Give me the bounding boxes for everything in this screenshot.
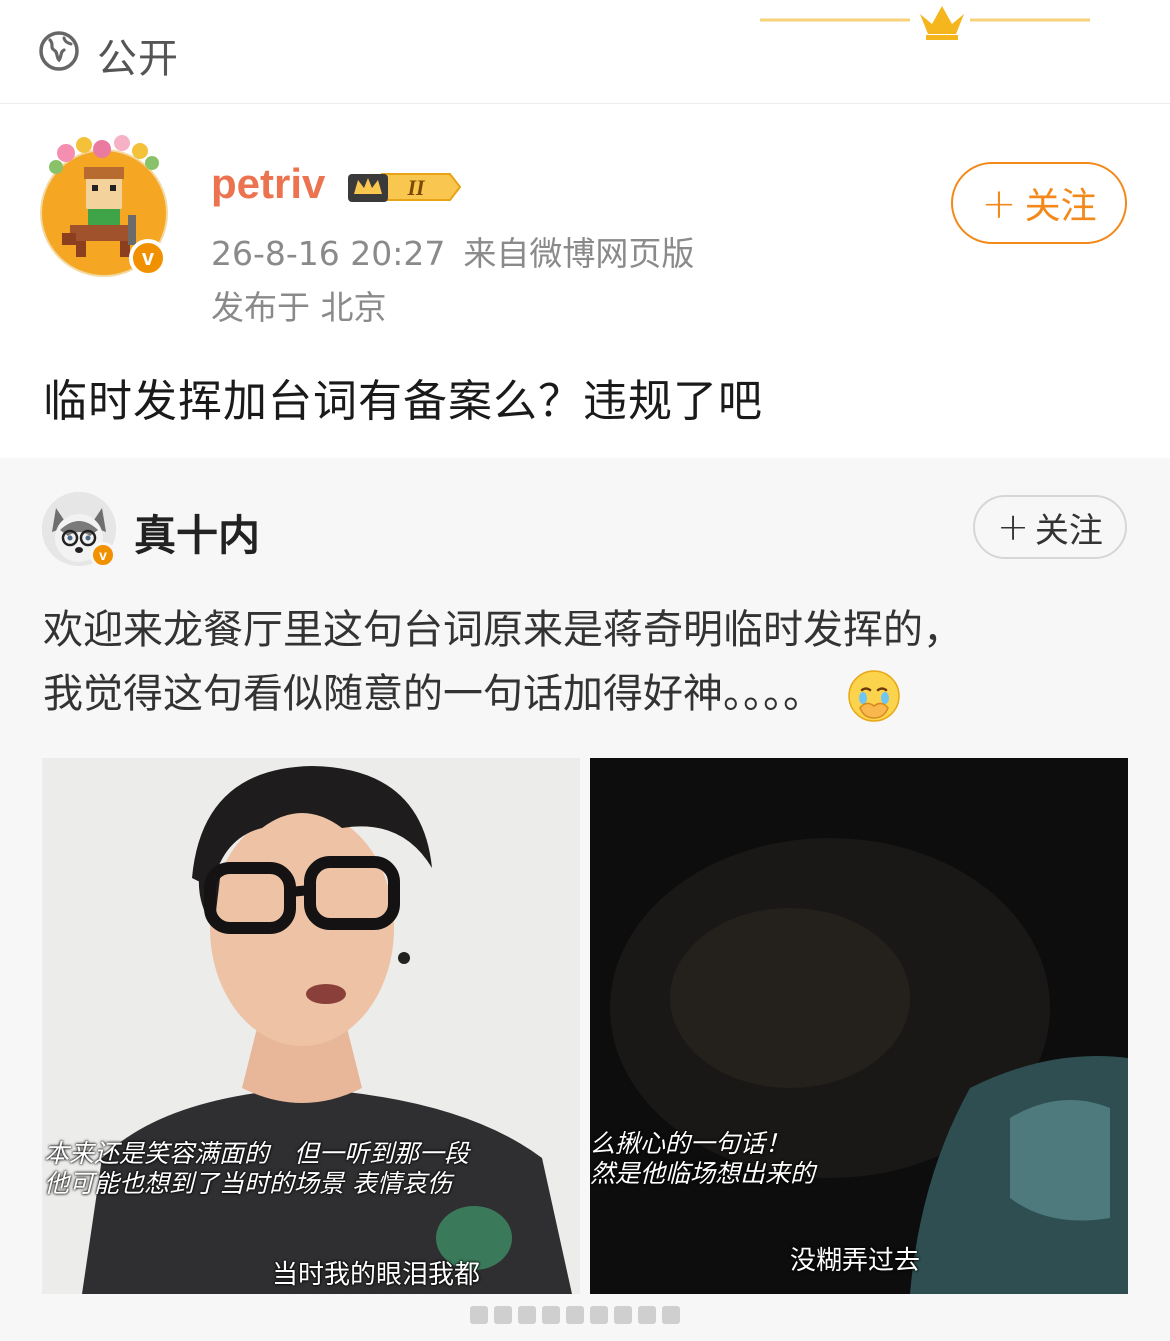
original-post: v petriv II 26-8-16 20:27 来自微博网页版 发布于 北京 … [0, 105, 1170, 457]
retweeted-post[interactable]: v 真十内 + 关注 欢迎来龙餐厅里这句台词原来是蒋奇明临时发挥的， 我觉得这句… [0, 458, 1170, 1341]
retweet-follow-label: 关注 [1034, 510, 1103, 551]
image-2-caption: 没糊弄过去 [790, 1246, 921, 1276]
svg-text:II: II [406, 175, 426, 200]
visibility-bar[interactable]: 公开 [0, 0, 1170, 104]
retweet-text-line-2: 我觉得这句看似随意的一句话加得好神。。。。 [43, 662, 1133, 726]
retweet-image-2[interactable]: 么揪心的一句话！ 然是他临场想出来的 没糊弄过去 [590, 758, 1128, 1294]
plus-icon: + [997, 505, 1029, 549]
man-with-glasses-photo [42, 758, 580, 1294]
post-source: 来自微博网页版 [463, 234, 695, 273]
retweet-follow-button[interactable]: + 关注 [973, 495, 1127, 559]
retweet-text-line-1: 欢迎来龙餐厅里这句台词原来是蒋奇明临时发挥的， [43, 607, 963, 653]
post-text: 临时发挥加台词有备案么？违规了吧 [43, 376, 763, 427]
image-1-subtitle-2: 他可能也想到了当时的场景 表情哀伤 [44, 1169, 452, 1198]
retweet-text-line-2-content: 我觉得这句看似随意的一句话加得好神。。。。 [43, 671, 823, 717]
globe-icon [39, 31, 79, 71]
follow-button[interactable]: + 关注 [951, 162, 1127, 244]
plus-icon: + [981, 178, 1017, 228]
dark-movie-still-photo [590, 758, 1128, 1294]
verified-badge-icon: v [129, 239, 167, 277]
retweet-username[interactable]: 真十内 [134, 502, 260, 563]
username[interactable]: petriv [211, 160, 325, 208]
watermark-icon [470, 1306, 680, 1324]
timestamp: 26-8-16 20:27 [211, 234, 446, 273]
retweet-verified-badge-icon: v [90, 542, 116, 568]
image-2-subtitle-2: 然是他临场想出来的 [590, 1159, 816, 1188]
post-location: 发布于 北京 [211, 288, 387, 327]
image-1-caption: 当时我的眼泪我都 [272, 1260, 481, 1290]
retweet-image-1[interactable]: 本来还是笑容满面的 但一听到那一段 他可能也想到了当时的场景 表情哀伤 当时我的… [42, 758, 580, 1294]
crown-decoration-icon [760, 6, 1090, 40]
post-meta: 26-8-16 20:27 来自微博网页版 [211, 227, 694, 275]
vip-level-badge-icon[interactable]: II [346, 168, 462, 206]
visibility-label: 公开 [97, 36, 179, 82]
retweet-text: 欢迎来龙餐厅里这句台词原来是蒋奇明临时发挥的， 我觉得这句看似随意的一句话加得好… [43, 598, 1133, 726]
crying-face-emoji-icon [847, 670, 900, 722]
follow-label: 关注 [1024, 186, 1097, 227]
